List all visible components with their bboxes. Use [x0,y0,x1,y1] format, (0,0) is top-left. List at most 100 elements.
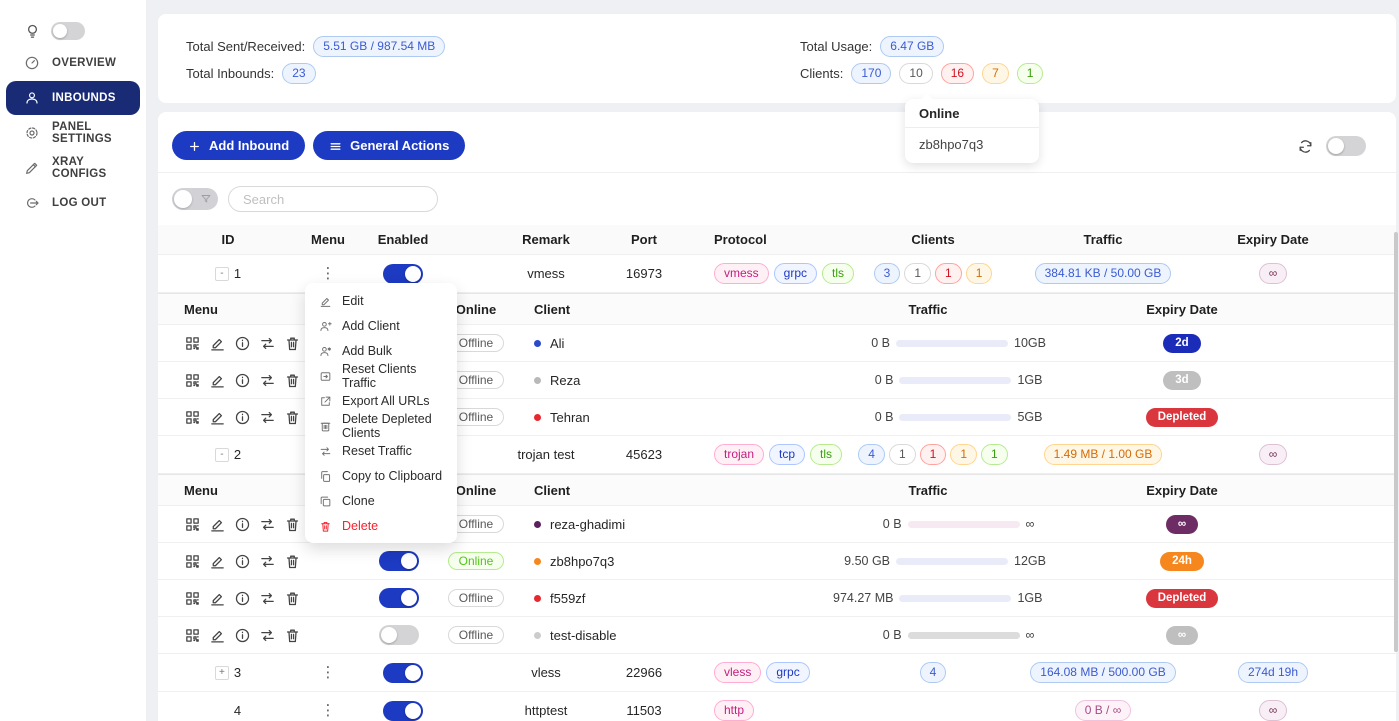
filter-toggle[interactable] [172,188,218,210]
plus-icon [188,138,201,153]
client-count-badge[interactable]: 4 [858,444,885,465]
collapse-button[interactable]: - [215,448,229,462]
qr-icon[interactable] [184,626,201,643]
protocol-badge: vmess [714,263,769,284]
info-icon[interactable] [234,334,251,351]
info-icon[interactable] [234,371,251,388]
edit-icon[interactable] [209,408,226,425]
info-icon[interactable] [234,626,251,643]
client-expiry-badge: Depleted [1146,408,1219,427]
client-row-f559zf: Offline f559zf 974.27 MB1GB Depleted [158,580,1396,617]
client-count-badge[interactable]: 3 [874,263,901,284]
client-count-badge[interactable]: 1 [935,263,962,284]
clients-gray-badge[interactable]: 10 [899,63,932,84]
collapse-button[interactable]: - [215,267,229,281]
qr-icon[interactable] [184,515,201,532]
reset-icon[interactable] [259,515,276,532]
trash-icon[interactable] [284,589,301,606]
client-name: Ali [550,336,564,351]
trash-icon[interactable] [284,408,301,425]
reset-icon[interactable] [259,552,276,569]
clients-online-badge[interactable]: 1 [1017,63,1044,84]
qr-icon[interactable] [184,589,201,606]
general-actions-button[interactable]: General Actions [313,131,465,160]
client-enabled-toggle[interactable] [379,588,419,608]
edit-icon[interactable] [209,515,226,532]
menu-item-add-client[interactable]: Add Client [305,313,457,338]
edit-icon[interactable] [209,371,226,388]
info-icon[interactable] [234,408,251,425]
reset-icon[interactable] [259,371,276,388]
info-icon[interactable] [234,515,251,532]
sidebar-item-inbounds[interactable]: INBOUNDS [6,81,140,115]
qr-icon[interactable] [184,408,201,425]
menu-item-delete-depleted-clients[interactable]: Delete Depleted Clients [305,413,457,438]
client-count-badge[interactable]: 1 [920,444,947,465]
sidebar-item-log-out[interactable]: LOG OUT [6,186,140,220]
client-count-badge[interactable]: 1 [904,263,931,284]
trash-icon[interactable] [284,515,301,532]
menu-item-reset-clients-traffic[interactable]: Reset Clients Traffic [305,363,457,388]
clients-total-badge[interactable]: 170 [851,63,891,84]
theme-toggle[interactable] [51,22,85,40]
reset-icon[interactable] [259,334,276,351]
user-bulk-icon [319,343,332,357]
trash-icon[interactable] [284,552,301,569]
inbound-remark: httptest [448,703,608,718]
menu-item-export-all-urls[interactable]: Export All URLs [305,388,457,413]
reset-icon[interactable] [259,626,276,643]
clients-expiring-badge[interactable]: 7 [982,63,1009,84]
sidebar-item-overview[interactable]: OVERVIEW [6,46,140,80]
edit-icon[interactable] [209,552,226,569]
client-expiry-badge: 2d [1163,334,1200,353]
info-icon[interactable] [234,589,251,606]
edit-icon[interactable] [209,334,226,351]
search-input[interactable] [228,186,438,212]
menu-item-clone[interactable]: Clone [305,488,457,513]
clients-depleted-badge[interactable]: 16 [941,63,974,84]
trash-icon[interactable] [284,371,301,388]
enabled-toggle[interactable] [383,264,423,284]
menu-item-edit[interactable]: Edit [305,288,457,313]
menu-item-copy-to-clipboard[interactable]: Copy to Clipboard [305,463,457,488]
menu-item-reset-traffic[interactable]: Reset Traffic [305,438,457,463]
client-enabled-toggle[interactable] [379,551,419,571]
row-menu-button[interactable]: ⋮ [321,267,336,281]
edit-icon[interactable] [209,626,226,643]
row-menu-button[interactable]: ⋮ [321,666,336,680]
enabled-toggle[interactable] [383,663,423,683]
auto-refresh-toggle[interactable] [1326,136,1366,156]
expand-button[interactable]: + [215,666,229,680]
trash-icon[interactable] [284,626,301,643]
qr-icon[interactable] [184,552,201,569]
add-inbound-button[interactable]: Add Inbound [172,131,305,160]
client-count-badge[interactable]: 4 [920,662,947,683]
client-enabled-toggle[interactable] [379,625,419,645]
client-count-badge[interactable]: 1 [981,444,1008,465]
enabled-toggle[interactable] [383,701,423,721]
sidebar-item-xray-configs[interactable]: XRAY CONFIGS [6,151,140,185]
tooltip-client-name: zb8hpo7q3 [905,128,1039,163]
row-menu-button[interactable]: ⋮ [321,704,336,718]
qr-icon[interactable] [184,334,201,351]
reset-icon[interactable] [259,589,276,606]
trash-icon[interactable] [284,334,301,351]
client-count-badge[interactable]: 1 [889,444,916,465]
client-count-badge[interactable]: 1 [966,263,993,284]
info-icon[interactable] [234,552,251,569]
inbound-port: 11503 [608,703,698,718]
reset-icon[interactable] [259,408,276,425]
qr-icon[interactable] [184,371,201,388]
menu-lines-icon [329,138,342,153]
edit-icon[interactable] [209,589,226,606]
client-count-badge[interactable]: 1 [950,444,977,465]
menu-item-add-bulk[interactable]: Add Bulk [305,338,457,363]
traffic-limit: 10GB [1014,336,1046,350]
reset-box-icon [319,368,332,382]
menu-item-delete[interactable]: Delete [305,513,457,538]
scrollbar-thumb[interactable] [1394,232,1398,652]
client-row-test-disable: Offline test-disable 0 B∞ ∞ [158,617,1396,654]
refresh-icon[interactable] [1297,137,1314,154]
client-name: reza-ghadimi [550,517,625,532]
sidebar-item-panel-settings[interactable]: PANEL SETTINGS [6,116,140,150]
